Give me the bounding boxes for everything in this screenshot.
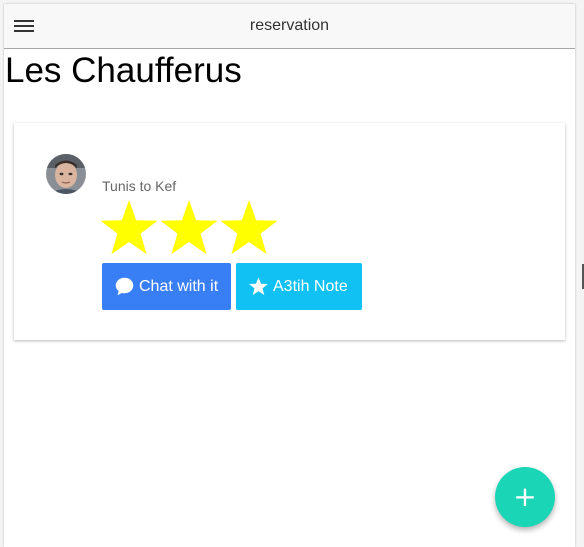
chat-bubble-icon (115, 277, 134, 296)
toolbar-title: reservation (249, 17, 330, 34)
star-icon (100, 200, 158, 255)
rating-stars (99, 196, 279, 260)
plus-icon: + (513, 480, 537, 513)
app-window: reservation Les Chaufferus Tunis to Kef (4, 4, 575, 547)
add-fab-button[interactable]: + (495, 467, 555, 527)
chat-button[interactable]: Chat with it (102, 263, 231, 310)
chat-button-label: Chat with it (139, 277, 219, 295)
page-title: Les Chaufferus (5, 51, 242, 90)
rate-button-label: A3tih Note (273, 277, 348, 295)
star-icon (160, 200, 218, 255)
toolbar: reservation (4, 4, 575, 49)
rate-button[interactable]: A3tih Note (236, 263, 362, 310)
route-text: Tunis to Kef (102, 178, 177, 194)
star-icon (249, 277, 268, 295)
driver-avatar[interactable] (46, 154, 86, 194)
star-icon (220, 200, 278, 255)
driver-card: Tunis to Kef Chat with it A3tih Note (14, 123, 565, 340)
